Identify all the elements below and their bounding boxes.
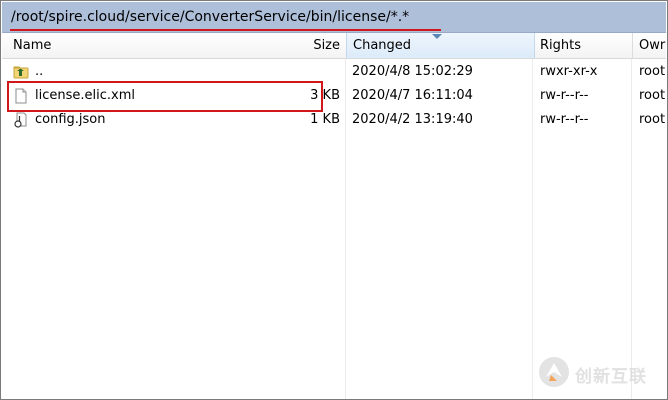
file-changed: 2020/4/2 13:19:40 <box>352 112 473 127</box>
file-icon <box>15 88 27 104</box>
file-owner: root <box>639 64 666 79</box>
file-changed: 2020/4/8 15:02:29 <box>352 64 473 79</box>
column-header-name[interactable]: Name <box>13 33 213 58</box>
column-header-owner[interactable]: Owr <box>639 33 668 58</box>
column-header-changed[interactable]: Changed <box>346 33 535 58</box>
file-row-license[interactable]: license.elic.xml 3 KB 2020/4/7 16:11:04 … <box>2 84 666 108</box>
file-row-parent[interactable]: .. 2020/4/8 15:02:29 rwxr-xr-x root <box>2 60 666 84</box>
parent-folder-icon <box>13 66 29 79</box>
file-rights: rw-r--r-- <box>540 112 589 127</box>
sort-descending-icon <box>432 34 442 39</box>
file-name: .. <box>35 64 44 79</box>
path-underline-annotation <box>10 29 441 31</box>
watermark: 创新互联 <box>537 353 663 391</box>
column-header-rights[interactable]: Rights <box>540 33 630 58</box>
file-size: 3 KB <box>310 88 340 103</box>
file-name: config.json <box>35 112 106 127</box>
file-rights: rw-r--r-- <box>540 88 589 103</box>
path-bar[interactable]: /root/spire.cloud/service/ConverterServi… <box>2 2 666 33</box>
file-size <box>257 60 340 84</box>
file-owner: root <box>639 112 666 127</box>
file-name: license.elic.xml <box>35 88 135 103</box>
watermark-logo-icon <box>539 357 569 387</box>
column-header-row: Name Size Changed Rights Owr <box>2 33 666 59</box>
column-header-size[interactable]: Size <box>257 33 340 58</box>
current-path[interactable]: /root/spire.cloud/service/ConverterServi… <box>11 9 409 25</box>
file-changed: 2020/4/7 16:11:04 <box>352 88 473 103</box>
file-rights: rwxr-xr-x <box>540 64 598 79</box>
json-file-icon <box>14 112 27 128</box>
file-panel: /root/spire.cloud/service/ConverterServi… <box>0 0 668 400</box>
header-divider <box>632 33 633 58</box>
column-header-changed-label: Changed <box>353 38 412 53</box>
watermark-text: 创新互联 <box>575 367 647 387</box>
file-row-config[interactable]: config.json 1 KB 2020/4/2 13:19:40 rw-r-… <box>2 108 666 132</box>
file-owner: root <box>639 88 666 103</box>
file-size: 1 KB <box>310 112 340 127</box>
